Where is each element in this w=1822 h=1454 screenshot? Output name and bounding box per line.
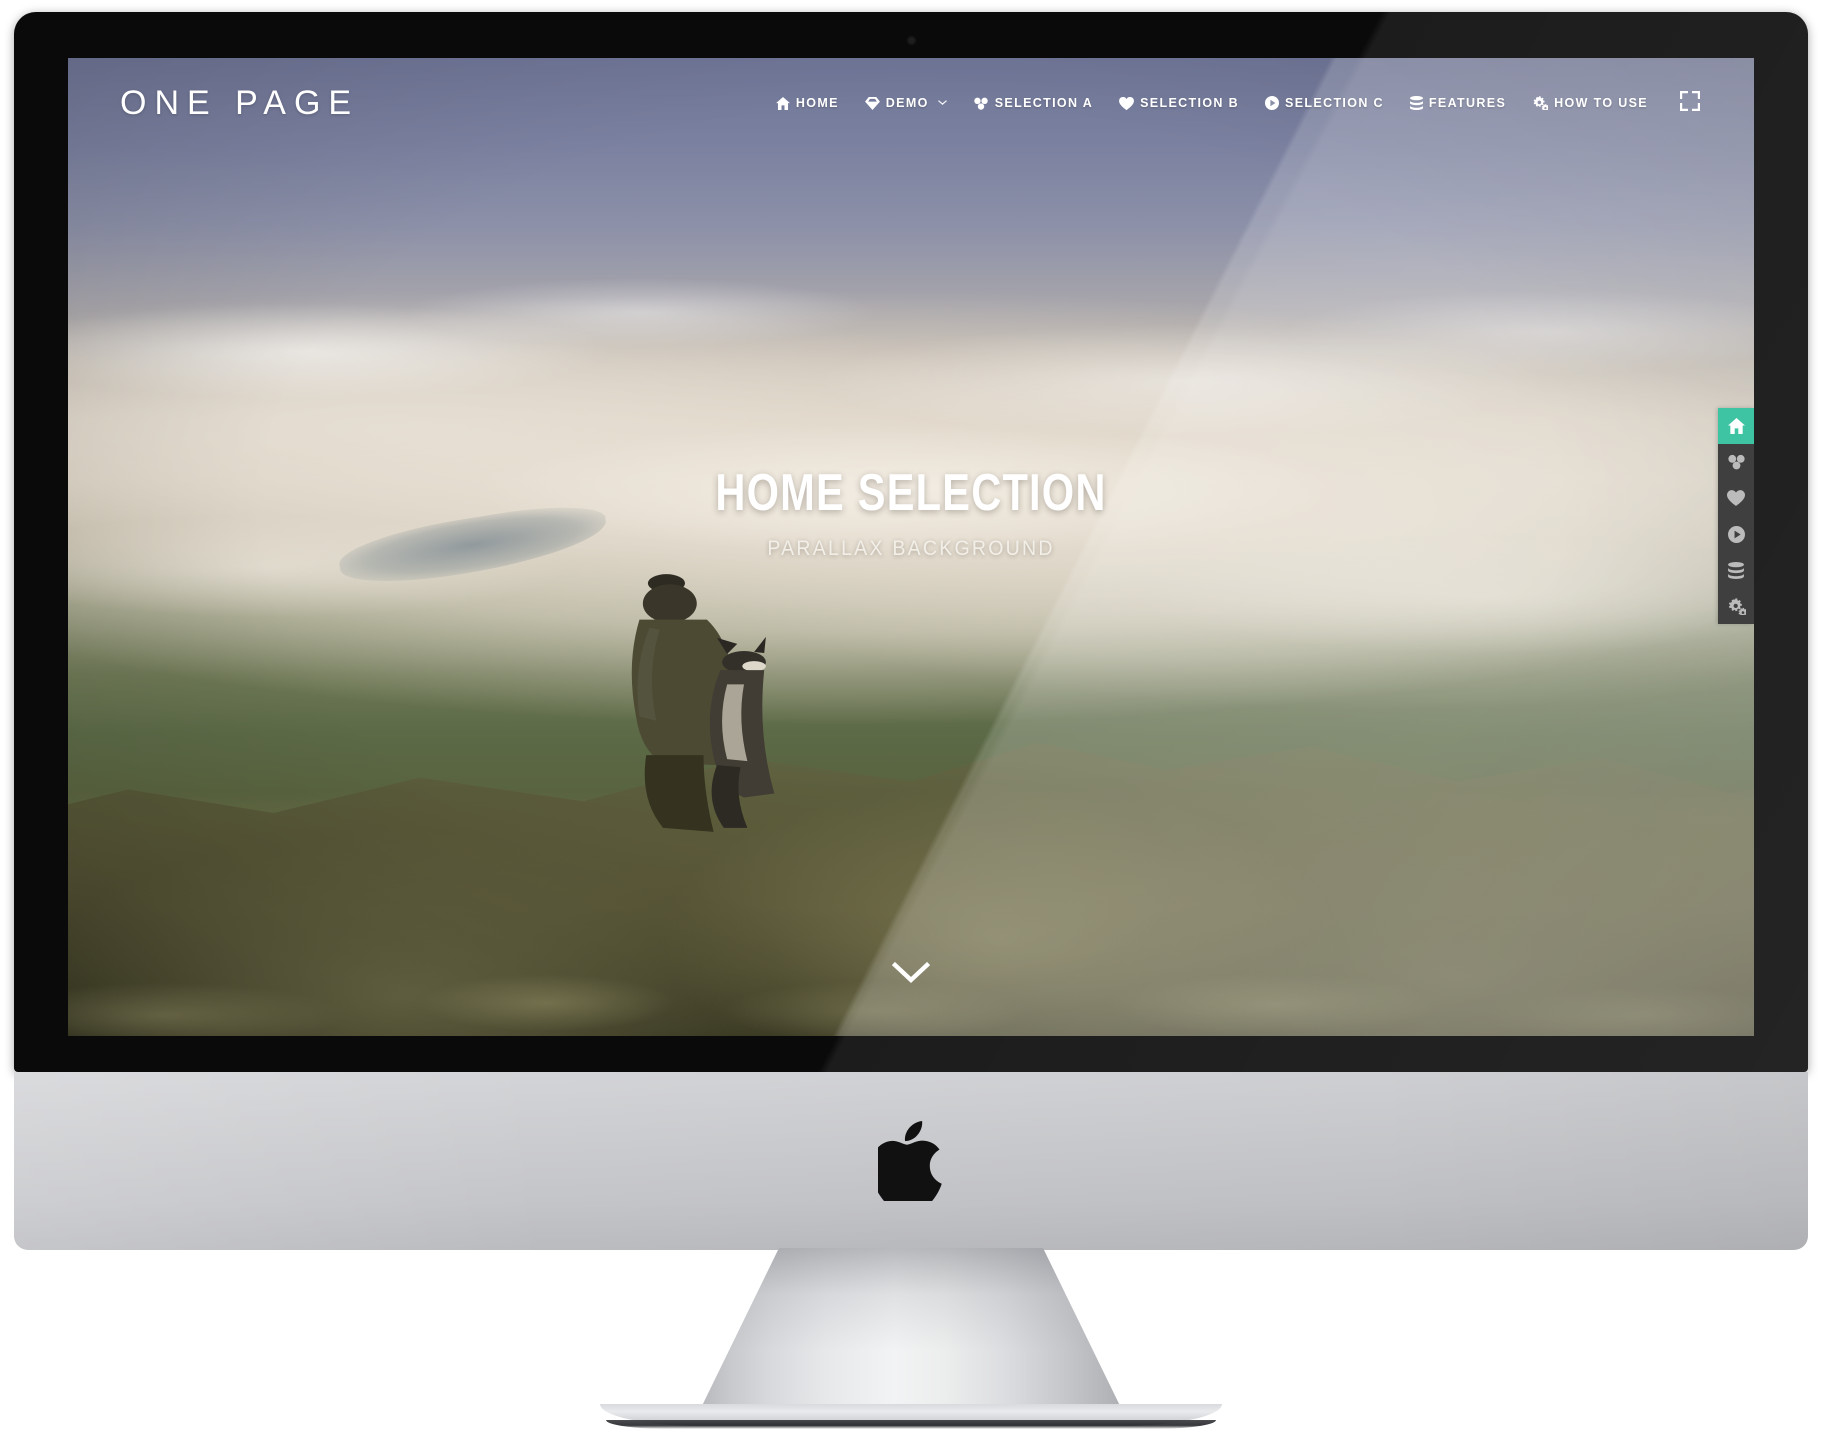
nav-label: SELECTION B <box>1140 96 1240 110</box>
apple-logo <box>878 1121 942 1201</box>
nav-item-demo[interactable]: DEMO <box>863 92 949 114</box>
nav-label: SELECTION C <box>1285 96 1384 110</box>
nav-item-features[interactable]: FEATURES <box>1408 92 1508 114</box>
nav-label: HOME <box>795 96 839 110</box>
dock-item-selection-c[interactable] <box>1718 516 1754 552</box>
expand-fullscreen-icon[interactable] <box>1672 87 1700 120</box>
stand-neck-shading <box>698 1248 1124 1414</box>
nav-item-selection-a[interactable]: SELECTION A <box>971 92 1095 114</box>
facetime-camera <box>906 36 916 45</box>
database-icon <box>1409 96 1423 110</box>
gears-icon <box>1728 597 1746 615</box>
nav-item-home[interactable]: HOME <box>774 92 841 114</box>
site-top-navigation: ONE PAGE HOME DEMO SELECTION A SELECTION… <box>68 58 1754 148</box>
cubes-icon <box>973 97 989 110</box>
home-icon <box>775 96 790 110</box>
dock-item-how-to-use[interactable] <box>1718 588 1754 624</box>
gears-icon <box>1532 96 1549 110</box>
scroll-down-button[interactable] <box>889 958 933 988</box>
website-viewport: ONE PAGE HOME DEMO SELECTION A SELECTION… <box>68 58 1754 1036</box>
display-stand-neck <box>698 1248 1124 1414</box>
home-icon <box>1727 418 1745 434</box>
hero-copy: HOME SELECTION PARALLAX BACKGROUND <box>68 466 1754 561</box>
chevron-down-icon <box>937 100 947 106</box>
imac-mockup: ONE PAGE HOME DEMO SELECTION A SELECTION… <box>0 0 1822 1454</box>
dock-item-home[interactable] <box>1718 408 1754 444</box>
display-chin <box>14 1072 1808 1250</box>
play-circle-icon <box>1727 525 1745 543</box>
dock-item-selection-b[interactable] <box>1718 480 1754 516</box>
brand-logo[interactable]: ONE PAGE <box>120 84 359 123</box>
nav-label: SELECTION A <box>994 96 1094 110</box>
heart-icon <box>1727 490 1745 506</box>
chevron-down-icon <box>891 961 931 984</box>
dock-item-features[interactable] <box>1718 552 1754 588</box>
nav-item-selection-c[interactable]: SELECTION C <box>1263 92 1386 114</box>
nav-item-how-to-use[interactable]: HOW TO USE <box>1530 92 1650 114</box>
cubes-icon <box>1727 454 1745 470</box>
hiker-and-dog-silhouette <box>631 573 775 832</box>
gem-icon <box>864 96 880 110</box>
nav-label: DEMO <box>885 96 929 110</box>
hero-title: HOME SELECTION <box>715 464 1107 522</box>
nav-label: FEATURES <box>1428 96 1507 110</box>
dock-item-selection-a[interactable] <box>1718 444 1754 480</box>
heart-icon <box>1119 96 1135 110</box>
hero-subtitle: PARALLAX BACKGROUND <box>767 536 1055 560</box>
stand-foot-shadow <box>606 1420 1216 1429</box>
nav-item-selection-b[interactable]: SELECTION B <box>1117 92 1241 114</box>
section-dock-navigation <box>1718 408 1754 624</box>
nav-label: HOW TO USE <box>1554 96 1648 110</box>
display-screen: ONE PAGE HOME DEMO SELECTION A SELECTION… <box>68 58 1754 1036</box>
display-bezel: ONE PAGE HOME DEMO SELECTION A SELECTION… <box>14 12 1808 1072</box>
nav-menu: HOME DEMO SELECTION A SELECTION B SELECT… <box>774 87 1700 120</box>
play-circle-icon <box>1265 96 1280 110</box>
database-icon <box>1728 561 1744 579</box>
